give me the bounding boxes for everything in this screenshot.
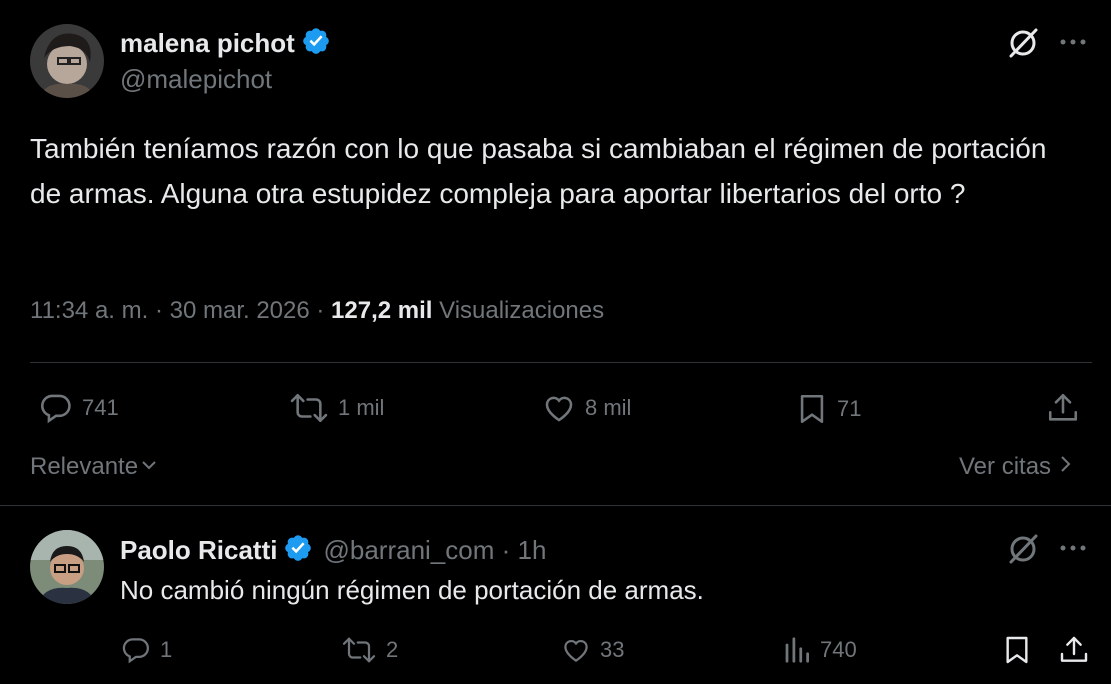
like-count: 8 mil — [585, 395, 632, 420]
view-quotes-link[interactable]: Ver citas — [959, 453, 1073, 481]
tweet-meta: 11:34 a. m. · 30 mar. 2026 · 127,2 mil V… — [30, 297, 604, 325]
like-count: 33 — [600, 637, 625, 662]
quotes-label: Ver citas — [959, 453, 1052, 480]
views-count: 127,2 mil — [331, 297, 433, 324]
reply-button[interactable]: 1 — [120, 635, 172, 665]
like-button[interactable]: 33 — [560, 635, 624, 665]
bookmark-button[interactable] — [1001, 634, 1033, 666]
tweet-timestamp[interactable]: 11:34 a. m. · 30 mar. 2026 · — [30, 297, 331, 324]
share-icon[interactable] — [1046, 390, 1080, 426]
share-icon[interactable] — [1058, 634, 1090, 666]
verified-badge-icon — [283, 533, 313, 568]
views-button[interactable]: 740 — [782, 635, 857, 665]
more-icon[interactable] — [1058, 32, 1088, 57]
reply-author-avatar[interactable] — [30, 530, 104, 604]
author-avatar[interactable] — [30, 24, 104, 98]
tweet-detail-page: malena pichot @malepichot También teníam… — [0, 0, 1111, 684]
divider — [0, 505, 1111, 506]
author-handle[interactable]: @malepichot — [120, 64, 272, 95]
grok-icon[interactable] — [1006, 532, 1040, 571]
bookmark-button[interactable]: 71 — [795, 391, 861, 427]
chevron-right-icon — [1059, 453, 1073, 481]
views-count: 740 — [820, 637, 857, 662]
reply-text: No cambió ningún régimen de portación de… — [120, 575, 704, 605]
retweet-count: 2 — [386, 637, 399, 662]
views-label: Visualizaciones — [439, 297, 605, 324]
more-icon[interactable] — [1058, 538, 1088, 563]
retweet-count: 1 mil — [338, 395, 385, 420]
reply-button[interactable]: 741 — [38, 391, 119, 425]
tweet-text: También teníamos razón con lo que pasaba… — [30, 133, 1047, 209]
sort-label: Relevante — [30, 453, 139, 480]
grok-icon[interactable] — [1006, 26, 1040, 65]
retweet-button[interactable]: 2 — [340, 635, 398, 665]
reply-author-name[interactable]: Paolo Ricatti — [120, 535, 277, 566]
reply-author-handle[interactable]: @barrani_com · 1h — [323, 535, 546, 566]
sort-dropdown[interactable]: Relevante — [30, 453, 158, 481]
reply-count: 1 — [160, 637, 173, 662]
chevron-down-icon — [140, 453, 158, 481]
divider — [30, 362, 1092, 363]
verified-badge-icon — [301, 26, 331, 61]
bookmark-count: 71 — [837, 396, 862, 421]
like-button[interactable]: 8 mil — [541, 391, 631, 425]
retweet-button[interactable]: 1 mil — [288, 391, 384, 425]
reply-count: 741 — [82, 395, 119, 420]
author-name[interactable]: malena pichot — [120, 28, 295, 59]
